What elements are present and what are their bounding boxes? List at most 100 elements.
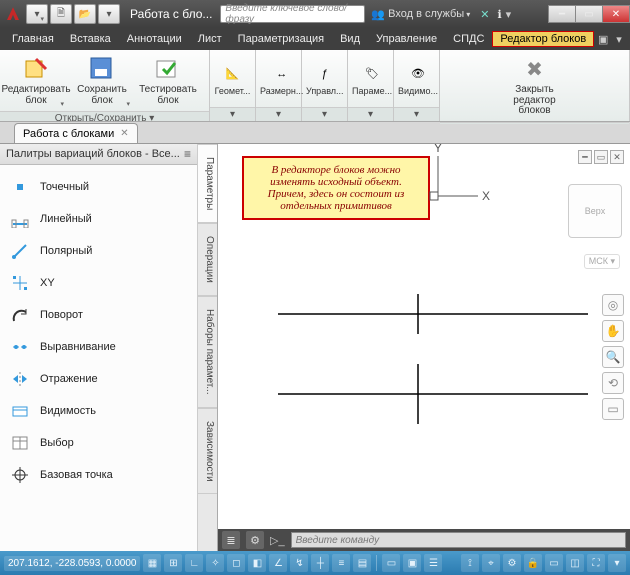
status-dyn-icon[interactable]: ┼ [311,554,329,572]
status-grid-icon[interactable]: ⊞ [164,554,182,572]
basepoint-icon [10,465,30,485]
status-iso-icon[interactable]: ◫ [566,554,584,572]
tool-xy[interactable]: XY [0,267,197,299]
ribbon-group-manage[interactable]: ƒУправл...▾ [302,50,348,121]
status-ortho-icon[interactable]: ∟ [185,554,203,572]
status-hw-icon[interactable]: ▭ [545,554,563,572]
side-tab-paramsets[interactable]: Наборы парамет... [198,296,217,408]
ribbon-group-geom[interactable]: 📐Геомет...▾ [210,50,256,121]
tool-visibility[interactable]: Видимость [0,395,197,427]
nav-orbit-icon[interactable]: ⟲ [602,372,624,394]
edit-block-button[interactable]: Редактировать блок [4,52,68,109]
ribbon-group-vis[interactable]: 👁Видимо...▾ [394,50,440,121]
side-tab-actions[interactable]: Операции [198,223,217,296]
tab-annotate[interactable]: Аннотации [119,31,190,47]
document-tabs: Работа с блоками ✕ [0,122,630,144]
vis-label: Видимо... [398,86,438,96]
qat-dropdown[interactable]: ▾ [98,4,120,24]
group-open-save-label[interactable]: Открыть/Сохранить ▾ [0,111,209,121]
palette-menu-icon[interactable]: ≡ [184,147,191,161]
sign-in-area[interactable]: 👥 Вход в службы [371,8,470,21]
test-block-label: Тестировать блок [138,85,198,106]
viewcube[interactable]: Верх [568,184,622,238]
nav-pan-icon[interactable]: ✋ [602,320,624,342]
ribbon-collapse-icon[interactable]: ▣ [596,30,610,48]
nav-zoom-icon[interactable]: 🔍 [602,346,624,368]
cmd-history-icon[interactable]: ≣ [222,531,240,549]
status-ws-icon[interactable]: ⚙ [503,554,521,572]
tab-block-editor[interactable]: Редактор блоков [492,31,594,47]
maximize-button[interactable]: ▭ [575,5,603,23]
flip-icon [10,369,30,389]
document-tab-close-icon[interactable]: ✕ [120,128,128,139]
app-logo [4,5,22,23]
status-custom-icon[interactable]: ▾ [608,554,626,572]
command-input[interactable]: Введите команду [291,532,626,548]
status-tpy-icon[interactable]: ▤ [353,554,371,572]
side-tab-params[interactable]: Параметры [198,144,217,223]
status-model-icon[interactable]: ▭ [382,554,400,572]
status-lwt-icon[interactable]: ≡ [332,554,350,572]
align-icon [10,337,30,357]
nav-wheel-icon[interactable]: ◎ [602,294,624,316]
wcs-dropdown[interactable]: МСК ▾ [584,254,620,269]
geom-label: Геомет... [214,86,251,96]
tab-home[interactable]: Главная [4,31,62,47]
help-dropdown[interactable]: ▾ [506,8,512,21]
test-block-icon [154,55,182,83]
app-menu-button[interactable]: ▾ [26,4,48,24]
tool-flip[interactable]: Отражение [0,363,197,395]
tool-align[interactable]: Выравнивание [0,331,197,363]
user-icon: 👥 [371,8,385,21]
document-tab[interactable]: Работа с блоками ✕ [14,123,138,143]
status-3dosnap-icon[interactable]: ◧ [248,554,266,572]
tab-view[interactable]: Вид [332,31,368,47]
tool-polar[interactable]: Полярный [0,235,197,267]
status-osnap-icon[interactable]: ◻ [227,554,245,572]
palette-title-bar[interactable]: Палитры вариаций блоков - Все... ≡ [0,144,197,165]
tool-basepoint[interactable]: Базовая точка [0,459,197,491]
status-ducs-icon[interactable]: ↯ [290,554,308,572]
save-block-button[interactable]: Сохранить блок [70,52,134,109]
exchange-icon[interactable]: ✕ [480,8,489,21]
tool-point[interactable]: Точечный [0,171,197,203]
tool-lookup[interactable]: Выбор [0,427,197,459]
tab-manage[interactable]: Управление [368,31,445,47]
ribbon-group-dim[interactable]: ↔Размерн...▾ [256,50,302,121]
close-block-editor-button[interactable]: ✖ Закрыть редактор блоков [503,52,567,120]
status-polar-icon[interactable]: ✧ [206,554,224,572]
ribbon-tabs: Главная Вставка Аннотации Лист Параметри… [0,28,630,50]
geom-icon: 📐 [221,62,245,86]
palette-title: Палитры вариаций блоков - Все... [6,148,180,160]
tool-rotate[interactable]: Поворот [0,299,197,331]
qat-open-icon[interactable]: 📂 [74,4,96,24]
cmd-settings-icon[interactable]: ⚙ [246,531,264,549]
status-sc-icon[interactable]: ☰ [424,554,442,572]
manage-label: Управл... [306,86,344,96]
tab-parametric[interactable]: Параметризация [230,31,332,47]
ribbon-group-param[interactable]: 🏷Параме...▾ [348,50,394,121]
nav-showmotion-icon[interactable]: ▭ [602,398,624,420]
tab-layout[interactable]: Лист [190,31,230,47]
status-snap-icon[interactable]: ▦ [143,554,161,572]
drawing-canvas[interactable]: ━ ▭ ✕ В редакторе блоков можно изменять … [218,144,630,551]
tab-spds[interactable]: СПДС [445,31,492,47]
side-tab-constraints[interactable]: Зависимости [198,408,217,495]
close-button[interactable]: ✕ [602,5,630,23]
status-qp-icon[interactable]: ▣ [403,554,421,572]
status-annoscale-icon[interactable]: ⟟ [461,554,479,572]
status-clean-icon[interactable]: ⛶ [587,554,605,572]
status-otrack-icon[interactable]: ∠ [269,554,287,572]
qat-new-icon[interactable]: 🗎 [50,4,72,24]
coordinates[interactable]: 207.1612, -228.0593, 0.0000 [4,556,140,571]
status-annovis-icon[interactable]: ⌖ [482,554,500,572]
search-input[interactable]: Введите ключевое слово/фразу [220,5,365,23]
test-block-button[interactable]: Тестировать блок [136,52,200,109]
svg-text:X: X [482,189,490,203]
ribbon-more-icon[interactable]: ▾ [612,30,626,48]
help-icon[interactable]: ℹ [497,8,501,21]
tool-linear[interactable]: Линейный [0,203,197,235]
tab-insert[interactable]: Вставка [62,31,119,47]
minimize-button[interactable]: ━ [548,5,576,23]
status-lock-icon[interactable]: 🔒 [524,554,542,572]
